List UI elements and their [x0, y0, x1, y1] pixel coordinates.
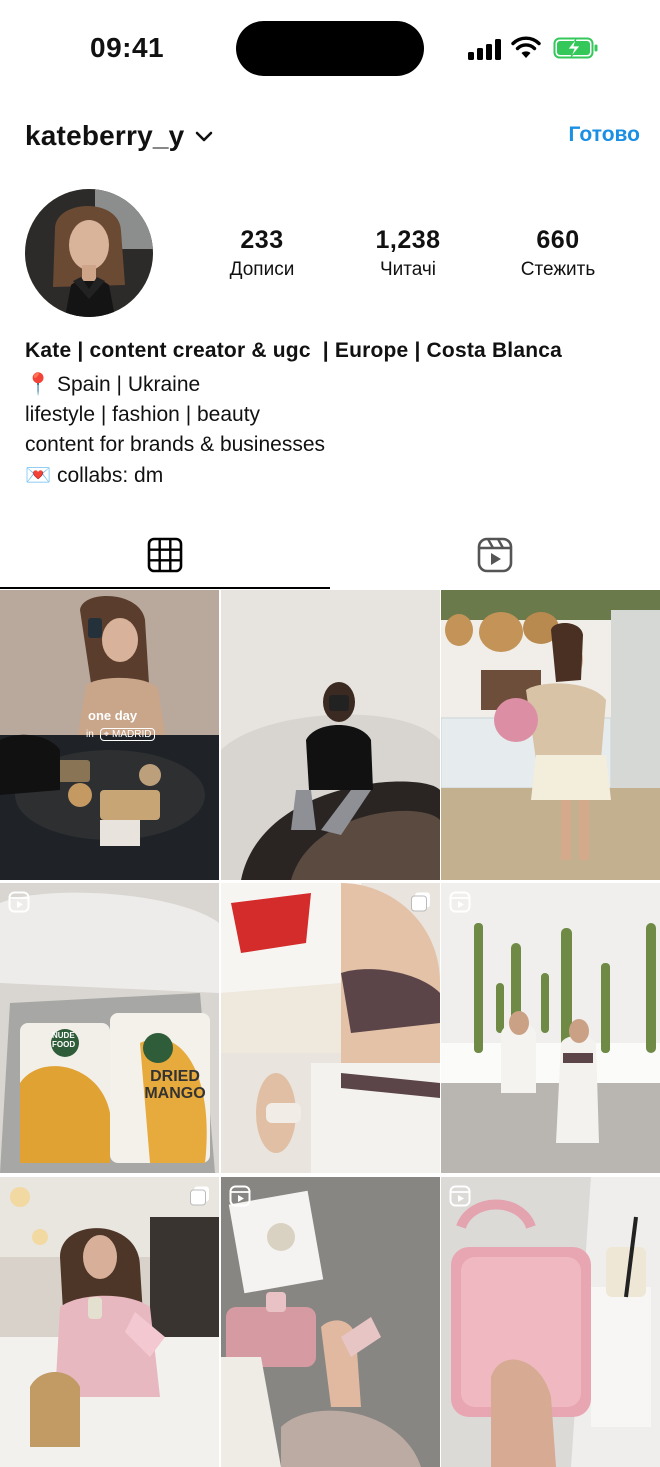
post-image	[221, 590, 440, 880]
profile-bio: Kate | content creator & ugc | Europe | …	[25, 336, 562, 491]
tab-posts-grid[interactable]	[0, 522, 330, 590]
post-image	[441, 1177, 660, 1467]
username-switcher[interactable]: kateberry_y	[25, 120, 184, 152]
post-overlay-place: MADRID	[112, 729, 152, 740]
post-tile[interactable]	[441, 1177, 660, 1467]
stat-posts-label: Дописи	[229, 259, 295, 280]
pack-brand-label: NUDE FOOD	[52, 1031, 76, 1049]
status-time: 09:41	[90, 32, 165, 63]
carousel-badge-icon	[411, 892, 430, 912]
post-tile[interactable]	[441, 590, 660, 880]
battery-charging-icon	[553, 37, 598, 59]
status-bar: 09:41	[0, 0, 660, 100]
post-image	[0, 883, 219, 1173]
bio-line-topics: lifestyle | fashion | beauty	[25, 403, 261, 426]
stat-following[interactable]: 660 Стежить	[508, 224, 608, 284]
post-image	[441, 590, 660, 880]
reel-badge-icon	[229, 1185, 251, 1207]
tab-reels[interactable]	[330, 522, 660, 590]
stat-followers-count: 1,238	[375, 226, 441, 254]
pack-title-label: DRIED MANGO	[144, 1068, 206, 1102]
post-image	[221, 883, 440, 1173]
reel-badge-icon	[449, 891, 471, 913]
stat-following-label: Стежить	[520, 259, 596, 280]
profile-tabs	[0, 522, 660, 590]
post-tile[interactable]	[221, 883, 440, 1173]
post-tile[interactable]	[441, 883, 660, 1173]
reel-badge-icon	[8, 891, 30, 913]
post-image	[221, 1177, 440, 1467]
post-tile[interactable]	[221, 1177, 440, 1467]
stat-followers[interactable]: 1,238 Читачі	[358, 224, 458, 284]
done-button[interactable]: Готово	[569, 123, 640, 147]
bio-line-location: 📍 Spain | Ukraine	[25, 373, 201, 396]
post-image	[0, 1177, 219, 1467]
profile-avatar[interactable]	[25, 189, 153, 317]
stat-following-count: 660	[536, 226, 580, 254]
post-overlay-in: in	[86, 729, 94, 740]
cellular-signal-icon	[468, 38, 502, 60]
post-tile[interactable]: NUDE FOOD DRIED MANGO	[0, 883, 219, 1173]
stat-posts[interactable]: 233 Дописи	[212, 224, 312, 284]
reel-badge-icon	[449, 1185, 471, 1207]
chevron-down-icon[interactable]	[195, 130, 213, 144]
reels-icon	[477, 537, 513, 573]
active-tab-indicator	[0, 587, 330, 589]
post-tile[interactable]	[0, 1177, 219, 1467]
bio-name: Kate | content creator & ugc | Europe | …	[25, 339, 563, 362]
post-tile[interactable]: one day in ⌖ MADRID	[0, 590, 219, 880]
post-image	[441, 883, 660, 1173]
stat-followers-label: Читачі	[379, 259, 437, 280]
grid-icon	[147, 537, 183, 573]
carousel-badge-icon	[190, 1186, 209, 1206]
profile-header: kateberry_y Готово	[0, 110, 660, 166]
post-overlay-title: one day	[88, 708, 138, 723]
bio-line-collabs: 💌 collabs: dm	[25, 464, 164, 487]
post-overlay-location: in ⌖ MADRID	[86, 728, 156, 741]
location-pin-icon: ⌖ MADRID	[99, 728, 156, 741]
stat-posts-count: 233	[240, 226, 284, 254]
bio-line-services: content for brands & businesses	[25, 433, 326, 456]
post-tile[interactable]	[221, 590, 440, 880]
wifi-icon	[511, 36, 541, 58]
dynamic-island	[236, 21, 424, 76]
